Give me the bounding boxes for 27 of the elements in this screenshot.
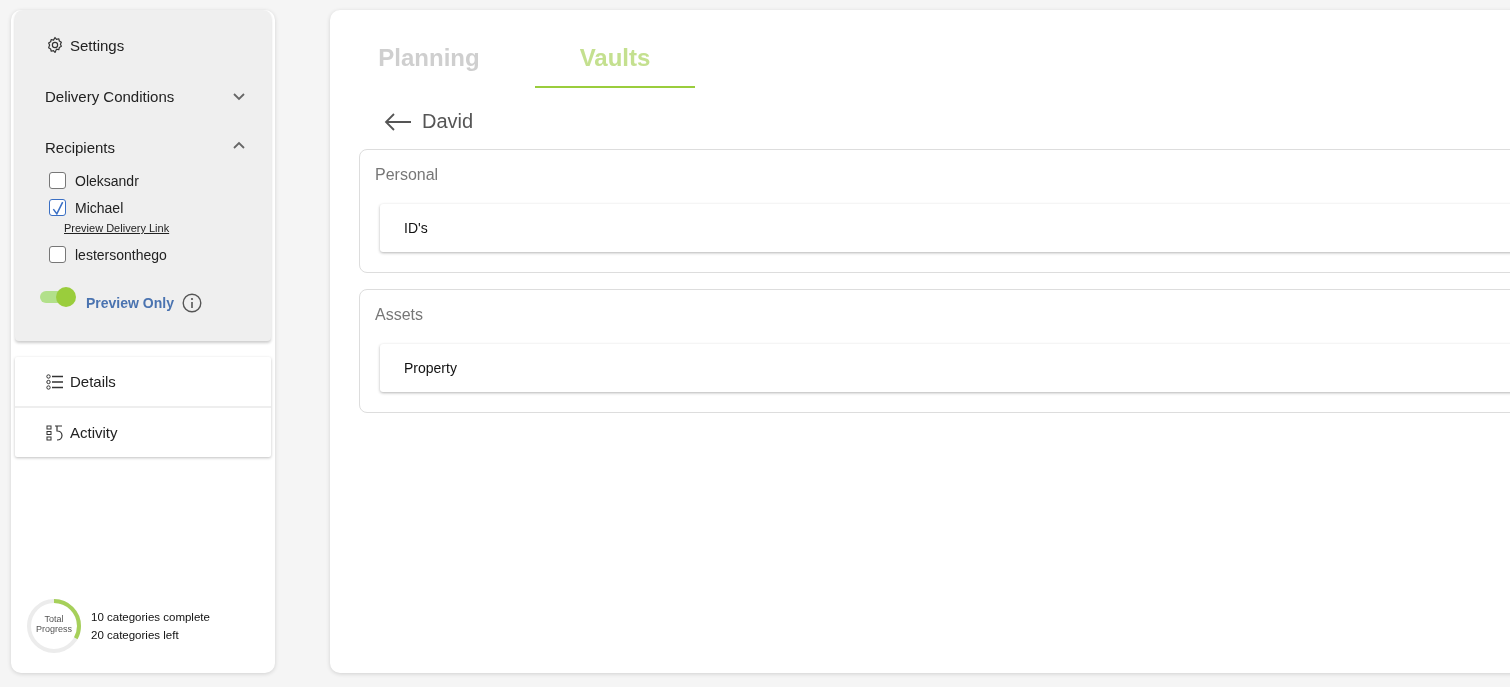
- section-header[interactable]: Delivery Conditions: [45, 88, 245, 105]
- complete-count: 10 categories complete: [91, 611, 210, 623]
- group-title: Assets: [375, 306, 424, 324]
- info-icon[interactable]: [181, 293, 202, 313]
- category-item[interactable]: Property: [380, 344, 1510, 392]
- page-title: David: [422, 110, 474, 133]
- checkbox[interactable]: [49, 199, 66, 216]
- list-icon: [46, 373, 64, 390]
- recipient-name: Michael: [75, 199, 124, 216]
- activity-icon: [46, 424, 64, 441]
- progress-ring: [25, 597, 83, 655]
- settings-icon: [46, 36, 64, 54]
- preview-delivery-link[interactable]: Preview Delivery Link: [64, 222, 170, 234]
- toggle-label: Preview Only: [86, 295, 174, 311]
- category-item[interactable]: ID's: [380, 204, 1510, 252]
- settings-title: Settings: [70, 36, 125, 54]
- checkbox[interactable]: [49, 246, 66, 263]
- checkbox[interactable]: [49, 172, 66, 189]
- nav-item[interactable]: Activity: [15, 408, 271, 457]
- nav-item[interactable]: Details: [15, 357, 271, 408]
- section-header[interactable]: Recipients: [45, 139, 245, 156]
- recipient-name: Oleksandr: [75, 172, 139, 189]
- left-count: 20 categories left: [91, 629, 180, 641]
- progress-label: Total Progress: [35, 614, 73, 634]
- group-title: Personal: [375, 166, 440, 184]
- recipient-name: lestersonthego: [75, 246, 167, 263]
- back-arrow-icon[interactable]: [384, 111, 412, 132]
